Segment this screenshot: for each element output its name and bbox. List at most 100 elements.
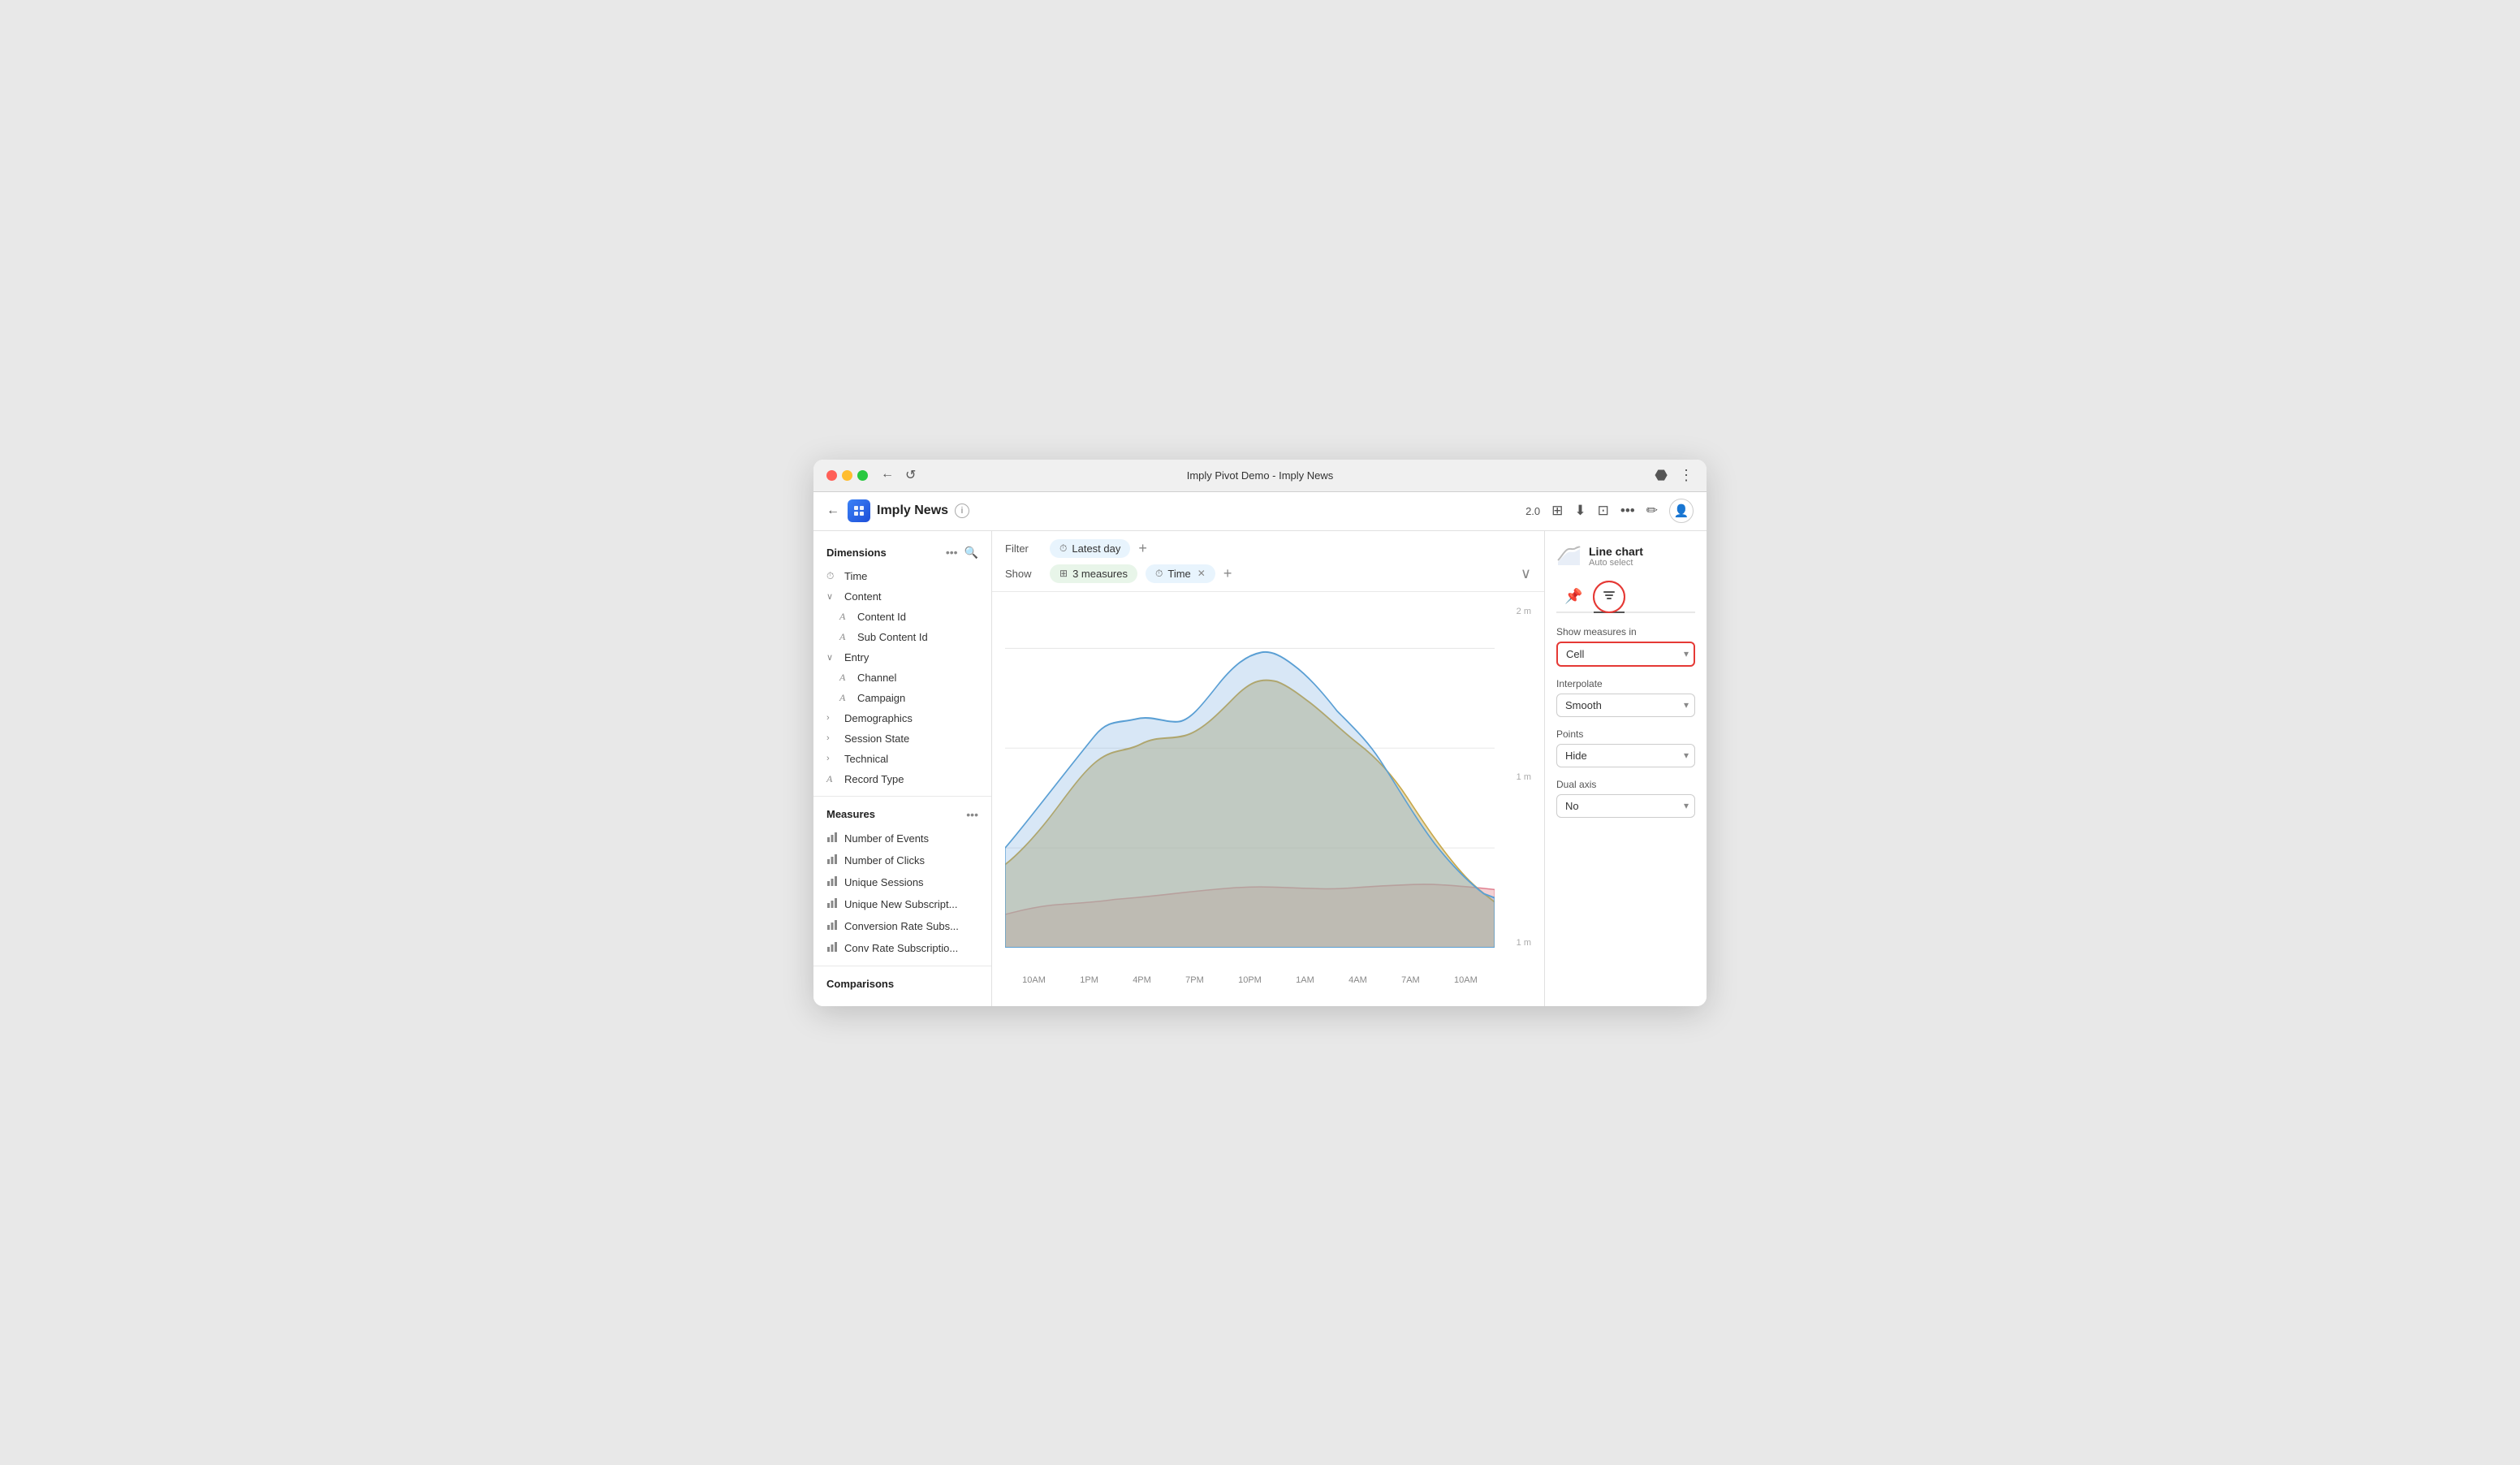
content-toggle-arrow: ∨ <box>826 591 839 602</box>
refresh-nav-icon[interactable]: ↺ <box>905 467 916 483</box>
unique-sessions-label: Unique Sessions <box>844 876 924 888</box>
sub-content-id-icon: A <box>839 631 852 643</box>
filter-label: Filter <box>1005 542 1042 555</box>
app-title: Imply News <box>877 503 948 518</box>
dual-axis-select[interactable]: No Yes <box>1556 794 1695 818</box>
num-events-icon <box>826 832 839 845</box>
titlebar-actions: ⬣ ⋮ <box>1655 467 1694 484</box>
x-label-10am-end: 10AM <box>1454 975 1478 985</box>
sidebar-item-sub-content-id[interactable]: A Sub Content Id <box>813 627 991 647</box>
chart-type-header: Line chart Auto select <box>1556 542 1695 570</box>
app-header: ← Imply News i 2.0 ⊞ ⬇ ⊡ ••• ✏ 👤 <box>813 492 1707 531</box>
sidebar-item-content-id[interactable]: A Content Id <box>813 607 991 627</box>
sidebar-item-campaign[interactable]: A Campaign <box>813 688 991 708</box>
sidebar-item-unique-sessions[interactable]: Unique Sessions <box>813 871 991 893</box>
sidebar-item-record-type[interactable]: A Record Type <box>813 769 991 789</box>
show-label: Show <box>1005 568 1042 580</box>
sidebar-item-sub-content-id-label: Sub Content Id <box>857 631 928 643</box>
filter-add-button[interactable]: + <box>1138 540 1147 557</box>
minimize-button[interactable] <box>842 470 852 481</box>
show-add-button[interactable]: + <box>1223 565 1232 582</box>
back-nav-icon[interactable]: ← <box>881 467 894 483</box>
x-label-7pm: 7PM <box>1185 975 1204 985</box>
sidebar-group-session-state[interactable]: › Session State <box>813 728 991 749</box>
conversion-rate-subs-label: Conversion Rate Subs... <box>844 920 959 932</box>
chart-type-sub: Auto select <box>1589 558 1643 568</box>
sidebar-item-campaign-label: Campaign <box>857 692 905 704</box>
show-measures-in-select-wrapper: Cell Row Column <box>1556 642 1695 667</box>
dual-axis-field: Dual axis No Yes <box>1556 779 1695 818</box>
maximize-button[interactable] <box>857 470 868 481</box>
more-icon[interactable]: ⋮ <box>1679 467 1694 484</box>
interpolate-select[interactable]: Smooth Linear Step <box>1556 694 1695 717</box>
info-icon[interactable]: i <box>955 503 969 518</box>
download-icon[interactable]: ⬇ <box>1574 503 1586 519</box>
edit-icon[interactable]: ✏ <box>1646 503 1658 519</box>
dual-axis-select-wrapper: No Yes <box>1556 794 1695 818</box>
chart-type-name: Line chart <box>1589 545 1643 558</box>
measures-more-icon[interactable]: ••• <box>966 808 978 821</box>
sidebar-group-content[interactable]: ∨ Content <box>813 586 991 607</box>
sidebar-item-time[interactable]: ⏱ Time <box>813 566 991 586</box>
filter-row: Filter ⏱ Latest day + <box>1005 539 1531 558</box>
version-badge: 2.0 <box>1525 505 1540 517</box>
measures-label: Measures <box>826 808 966 820</box>
filter-panel-icon <box>1602 590 1616 606</box>
content-area: Filter ⏱ Latest day + Show ⊞ 3 measures … <box>992 531 1544 1006</box>
dimensions-actions: ••• 🔍 <box>946 546 978 560</box>
num-clicks-icon <box>826 854 839 867</box>
chart-wrapper: 2 m 1 m 1 m <box>992 592 1544 1006</box>
sidebar-item-channel[interactable]: A Channel <box>813 668 991 688</box>
show-measures-in-field: Show measures in Cell Row Column <box>1556 626 1695 667</box>
user-avatar[interactable]: 👤 <box>1669 499 1694 523</box>
panel-tab-pin[interactable]: 📌 <box>1556 583 1590 613</box>
more-options-icon[interactable]: ••• <box>1620 503 1635 519</box>
show-chip-time-remove[interactable]: ✕ <box>1197 568 1206 579</box>
expand-icon[interactable]: ∨ <box>1521 565 1531 582</box>
show-measures-in-select[interactable]: Cell Row Column <box>1556 642 1695 667</box>
titlebar-nav: ← ↺ <box>881 467 916 483</box>
points-select[interactable]: Hide Show <box>1556 744 1695 767</box>
app-back-button[interactable]: ← <box>826 503 839 518</box>
comparisons-label: Comparisons <box>826 978 978 990</box>
filter-chip-latest-day[interactable]: ⏱ Latest day <box>1050 539 1130 558</box>
dual-axis-label: Dual axis <box>1556 779 1695 790</box>
sidebar-item-unique-new-subscript[interactable]: Unique New Subscript... <box>813 893 991 915</box>
unique-new-subscript-icon <box>826 897 839 911</box>
filter-chip-label: Latest day <box>1072 542 1120 555</box>
sidebar-divider <box>813 796 991 797</box>
show-table-icon: ⊞ <box>1059 568 1068 579</box>
pin-icon: 📌 <box>1564 588 1582 604</box>
sidebar-item-num-clicks[interactable]: Number of Clicks <box>813 849 991 871</box>
points-label: Points <box>1556 728 1695 740</box>
interpolate-label: Interpolate <box>1556 678 1695 689</box>
sidebar: Dimensions ••• 🔍 ⏱ Time ∨ Content A Cont… <box>813 531 992 1006</box>
interpolate-select-wrapper: Smooth Linear Step <box>1556 694 1695 717</box>
y-label-1m-top: 1 m <box>1517 772 1531 782</box>
puzzle-icon[interactable]: ⬣ <box>1655 467 1668 484</box>
channel-icon: A <box>839 672 852 684</box>
close-button[interactable] <box>826 470 837 481</box>
panel-tab-filter[interactable] <box>1594 583 1625 613</box>
dimensions-more-icon[interactable]: ••• <box>946 546 958 560</box>
sidebar-item-num-events[interactable]: Number of Events <box>813 828 991 849</box>
sidebar-group-demographics[interactable]: › Demographics <box>813 708 991 728</box>
window-controls <box>826 470 868 481</box>
sidebar-group-entry[interactable]: ∨ Entry <box>813 647 991 668</box>
sidebar-group-technical[interactable]: › Technical <box>813 749 991 769</box>
technical-toggle-arrow: › <box>826 754 839 763</box>
comparisons-section-header: Comparisons <box>813 973 991 995</box>
right-panel: Line chart Auto select 📌 <box>1544 531 1707 1006</box>
sidebar-item-conversion-rate-subs[interactable]: Conversion Rate Subs... <box>813 915 991 937</box>
show-chip-measures[interactable]: ⊞ 3 measures <box>1050 564 1137 583</box>
demographics-group-label: Demographics <box>844 712 913 724</box>
dimensions-search-icon[interactable]: 🔍 <box>964 546 978 560</box>
layers-icon[interactable]: ⊡ <box>1598 503 1609 519</box>
grid-icon[interactable]: ⊞ <box>1551 503 1563 519</box>
show-chip-time[interactable]: ⏱ Time ✕ <box>1146 564 1215 583</box>
num-clicks-label: Number of Clicks <box>844 854 925 866</box>
sidebar-item-conv-rate-subscriptio[interactable]: Conv Rate Subscriptio... <box>813 937 991 959</box>
filter-bar: Filter ⏱ Latest day + Show ⊞ 3 measures … <box>992 531 1544 592</box>
sidebar-item-content-id-label: Content Id <box>857 611 906 623</box>
conv-rate-subscriptio-label: Conv Rate Subscriptio... <box>844 942 958 954</box>
